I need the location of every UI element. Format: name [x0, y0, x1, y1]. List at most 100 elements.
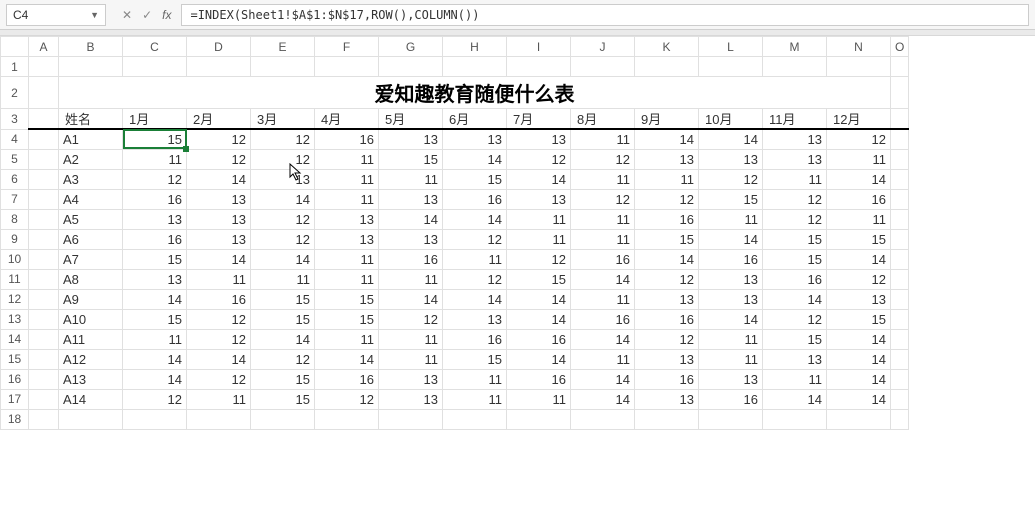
- cell-F17[interactable]: 12: [315, 389, 379, 409]
- cell-I1[interactable]: [507, 57, 571, 77]
- cell-G10[interactable]: 16: [379, 249, 443, 269]
- cell-D11[interactable]: 11: [187, 269, 251, 289]
- cell-F18[interactable]: [315, 409, 379, 429]
- cell-E15[interactable]: 12: [251, 349, 315, 369]
- cell-M13[interactable]: 12: [763, 309, 827, 329]
- cell-F5[interactable]: 11: [315, 149, 379, 169]
- cell-B4[interactable]: A1: [59, 129, 123, 149]
- cell-L13[interactable]: 14: [699, 309, 763, 329]
- cell-O18[interactable]: [891, 409, 909, 429]
- cell-L3[interactable]: 10月: [699, 109, 763, 130]
- cell-K4[interactable]: 14: [635, 129, 699, 149]
- cell-J12[interactable]: 11: [571, 289, 635, 309]
- cell-O7[interactable]: [891, 189, 909, 209]
- cancel-icon[interactable]: ✕: [122, 8, 132, 22]
- cell-H18[interactable]: [443, 409, 507, 429]
- cell-F3[interactable]: 4月: [315, 109, 379, 130]
- cell-O14[interactable]: [891, 329, 909, 349]
- cell-H4[interactable]: 13: [443, 129, 507, 149]
- cell-I7[interactable]: 13: [507, 189, 571, 209]
- cell-B18[interactable]: [59, 409, 123, 429]
- col-header-J[interactable]: J: [571, 37, 635, 57]
- cell-B9[interactable]: A6: [59, 229, 123, 249]
- cell-B6[interactable]: A3: [59, 169, 123, 189]
- cell-K14[interactable]: 12: [635, 329, 699, 349]
- col-header-O[interactable]: O: [891, 37, 909, 57]
- cell-G12[interactable]: 14: [379, 289, 443, 309]
- cell-E14[interactable]: 14: [251, 329, 315, 349]
- cell-L6[interactable]: 12: [699, 169, 763, 189]
- row-header-6[interactable]: 6: [1, 169, 29, 189]
- cell-I10[interactable]: 12: [507, 249, 571, 269]
- cell-C4[interactable]: 15: [123, 129, 187, 149]
- cell-D1[interactable]: [187, 57, 251, 77]
- cell-J13[interactable]: 16: [571, 309, 635, 329]
- cell-N11[interactable]: 12: [827, 269, 891, 289]
- cell-O5[interactable]: [891, 149, 909, 169]
- cell-A14[interactable]: [29, 329, 59, 349]
- cell-K7[interactable]: 12: [635, 189, 699, 209]
- cell-M8[interactable]: 12: [763, 209, 827, 229]
- cell-M9[interactable]: 15: [763, 229, 827, 249]
- cell-I18[interactable]: [507, 409, 571, 429]
- cell-O12[interactable]: [891, 289, 909, 309]
- cell-B15[interactable]: A12: [59, 349, 123, 369]
- cell-H11[interactable]: 12: [443, 269, 507, 289]
- cell-E10[interactable]: 14: [251, 249, 315, 269]
- row-header-11[interactable]: 11: [1, 269, 29, 289]
- cell-O16[interactable]: [891, 369, 909, 389]
- cell-A9[interactable]: [29, 229, 59, 249]
- cell-J14[interactable]: 14: [571, 329, 635, 349]
- cell-F6[interactable]: 11: [315, 169, 379, 189]
- cell-F14[interactable]: 11: [315, 329, 379, 349]
- cell-M12[interactable]: 14: [763, 289, 827, 309]
- cell-J18[interactable]: [571, 409, 635, 429]
- cell-F8[interactable]: 13: [315, 209, 379, 229]
- cell-M14[interactable]: 15: [763, 329, 827, 349]
- row-header-7[interactable]: 7: [1, 189, 29, 209]
- cell-K3[interactable]: 9月: [635, 109, 699, 130]
- cell-O10[interactable]: [891, 249, 909, 269]
- cell-E8[interactable]: 12: [251, 209, 315, 229]
- cell-B11[interactable]: A8: [59, 269, 123, 289]
- cell-C5[interactable]: 11: [123, 149, 187, 169]
- cell-N3[interactable]: 12月: [827, 109, 891, 130]
- col-header-C[interactable]: C: [123, 37, 187, 57]
- cell-O9[interactable]: [891, 229, 909, 249]
- cell-A4[interactable]: [29, 129, 59, 149]
- cell-M18[interactable]: [763, 409, 827, 429]
- cell-H16[interactable]: 11: [443, 369, 507, 389]
- cell-E3[interactable]: 3月: [251, 109, 315, 130]
- cell-J7[interactable]: 12: [571, 189, 635, 209]
- cell-A3[interactable]: [29, 109, 59, 130]
- cell-O15[interactable]: [891, 349, 909, 369]
- cell-G3[interactable]: 5月: [379, 109, 443, 130]
- cell-H3[interactable]: 6月: [443, 109, 507, 130]
- cell-L1[interactable]: [699, 57, 763, 77]
- cell-A5[interactable]: [29, 149, 59, 169]
- cell-G11[interactable]: 11: [379, 269, 443, 289]
- cell-C11[interactable]: 13: [123, 269, 187, 289]
- cell-G9[interactable]: 13: [379, 229, 443, 249]
- cell-L15[interactable]: 11: [699, 349, 763, 369]
- cell-I3[interactable]: 7月: [507, 109, 571, 130]
- row-header-3[interactable]: 3: [1, 109, 29, 130]
- cell-I13[interactable]: 14: [507, 309, 571, 329]
- cell-J17[interactable]: 14: [571, 389, 635, 409]
- cell-B7[interactable]: A4: [59, 189, 123, 209]
- cell-M1[interactable]: [763, 57, 827, 77]
- cell-N15[interactable]: 14: [827, 349, 891, 369]
- cell-I6[interactable]: 14: [507, 169, 571, 189]
- cell-D5[interactable]: 12: [187, 149, 251, 169]
- cell-J15[interactable]: 11: [571, 349, 635, 369]
- cell-C6[interactable]: 12: [123, 169, 187, 189]
- cell-E7[interactable]: 14: [251, 189, 315, 209]
- cell-B14[interactable]: A11: [59, 329, 123, 349]
- cell-A2[interactable]: [29, 77, 59, 109]
- cell-G15[interactable]: 11: [379, 349, 443, 369]
- cell-G13[interactable]: 12: [379, 309, 443, 329]
- cell-F11[interactable]: 11: [315, 269, 379, 289]
- title-cell[interactable]: 爱知趣教育随便什么表: [59, 77, 891, 109]
- cell-M7[interactable]: 12: [763, 189, 827, 209]
- cell-O2[interactable]: [891, 77, 909, 109]
